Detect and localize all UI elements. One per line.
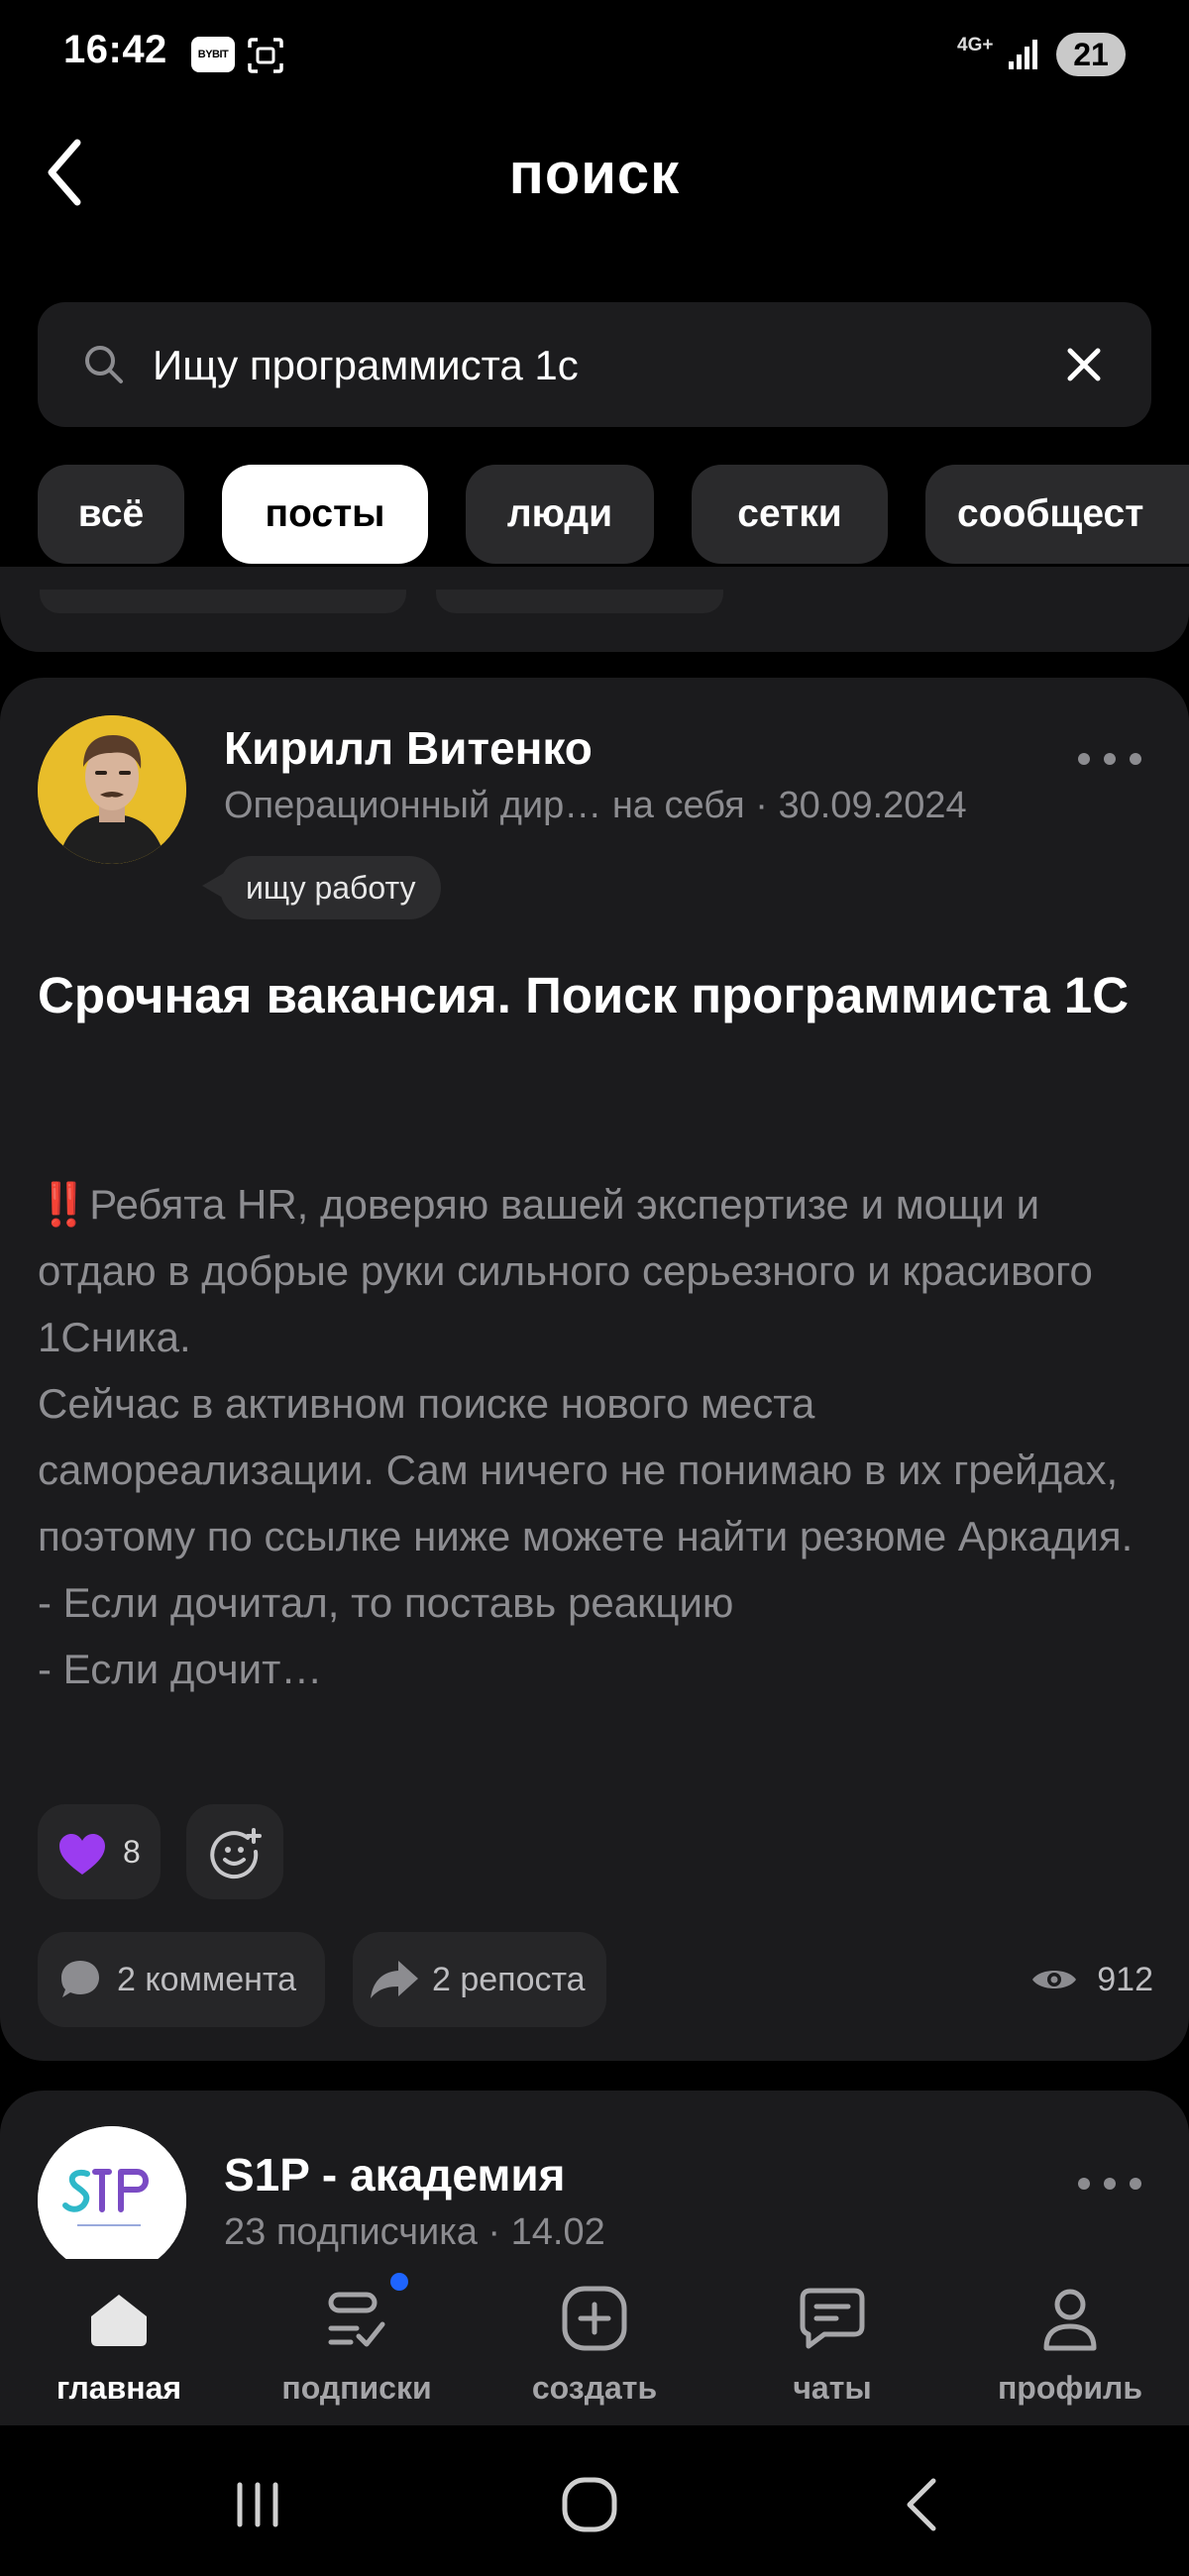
reaction-count: 8 — [123, 1834, 141, 1870]
views-counter: 912 — [1030, 1960, 1153, 1999]
search-input[interactable] — [153, 333, 1005, 398]
status-time: 16:42 — [63, 28, 167, 71]
add-reaction-icon — [210, 1828, 262, 1879]
previous-post-pill — [436, 590, 723, 613]
repost-icon — [371, 1961, 418, 1998]
screenshot-icon — [248, 38, 283, 73]
nav-label: профиль — [997, 2370, 1143, 2406]
nav-profile[interactable]: профиль — [971, 2279, 1169, 2417]
chat-icon — [800, 2288, 865, 2349]
double-exclamation-emoji: ‼️ — [38, 1181, 90, 1228]
post-body-text: Ребята HR, доверяю вашей экспертизе и мо… — [38, 1181, 1134, 1692]
page-title: поиск — [508, 142, 681, 206]
avatar[interactable] — [38, 2126, 186, 2275]
eye-icon — [1032, 1971, 1076, 1988]
post-author[interactable]: Кирилл Витенко — [224, 721, 593, 775]
nav-home[interactable]: главная — [20, 2279, 218, 2417]
avatar[interactable] — [38, 715, 186, 864]
more-icon[interactable] — [1074, 747, 1145, 771]
post-body[interactable]: ‼️Ребята HR, доверяю вашей экспертизе и … — [38, 1171, 1151, 1702]
battery-indicator: 21 — [1056, 33, 1126, 76]
tab-communities[interactable]: сообщест — [925, 465, 1189, 564]
network-type: 4G+ — [957, 35, 994, 55]
status-badge: ищу работу — [220, 856, 442, 919]
subscriptions-icon — [328, 2292, 385, 2347]
reposts-count: 2 репоста — [432, 1960, 586, 1998]
tab-posts[interactable]: посты — [222, 465, 428, 564]
post-title[interactable]: Срочная вакансия. Поиск программиста 1С — [38, 956, 1151, 1035]
nav-chats[interactable]: чаты — [733, 2279, 931, 2417]
profile-icon — [1043, 2289, 1097, 2351]
nav-label: создать — [531, 2370, 658, 2406]
tab-grids[interactable]: сетки — [692, 465, 888, 564]
tab-all[interactable]: всё — [38, 465, 184, 564]
comments-count: 2 коммента — [117, 1960, 297, 1998]
search-icon — [85, 346, 123, 383]
close-icon[interactable] — [1056, 337, 1112, 392]
s1p-logo-icon — [38, 2126, 186, 2275]
more-icon[interactable] — [1074, 2172, 1145, 2196]
nav-label: чаты — [793, 2370, 872, 2406]
nav-label: подписки — [281, 2370, 432, 2406]
purple-heart-icon — [59, 1834, 105, 1875]
nav-label: главная — [55, 2370, 182, 2406]
add-reaction-button[interactable] — [186, 1804, 283, 1899]
comment-icon — [61, 1961, 99, 1997]
home-icon — [91, 2295, 147, 2346]
reposts-button[interactable]: 2 репоста — [353, 1932, 606, 2027]
nav-subscriptions[interactable]: подписки — [258, 2279, 456, 2417]
signal-icon — [1009, 40, 1037, 69]
plus-square-icon — [562, 2286, 627, 2351]
recent-apps-icon[interactable] — [218, 2465, 297, 2544]
nav-create[interactable]: создать — [495, 2279, 694, 2417]
comments-button[interactable]: 2 коммента — [38, 1932, 325, 2027]
previous-post-pill — [40, 590, 406, 613]
next-post-meta: 23 подписчика · 14.02 — [224, 2211, 605, 2253]
next-post-author[interactable]: S1P - академия — [224, 2148, 566, 2201]
home-button-icon[interactable] — [550, 2465, 629, 2544]
views-count: 912 — [1097, 1960, 1153, 1998]
tab-people[interactable]: люди — [466, 465, 654, 564]
post-meta: Операционный дир… на себя · 30.09.2024 — [224, 785, 967, 826]
bybit-notification-icon: BYBIT — [191, 37, 235, 72]
notification-dot — [390, 2273, 408, 2291]
system-back-icon[interactable] — [882, 2465, 961, 2544]
